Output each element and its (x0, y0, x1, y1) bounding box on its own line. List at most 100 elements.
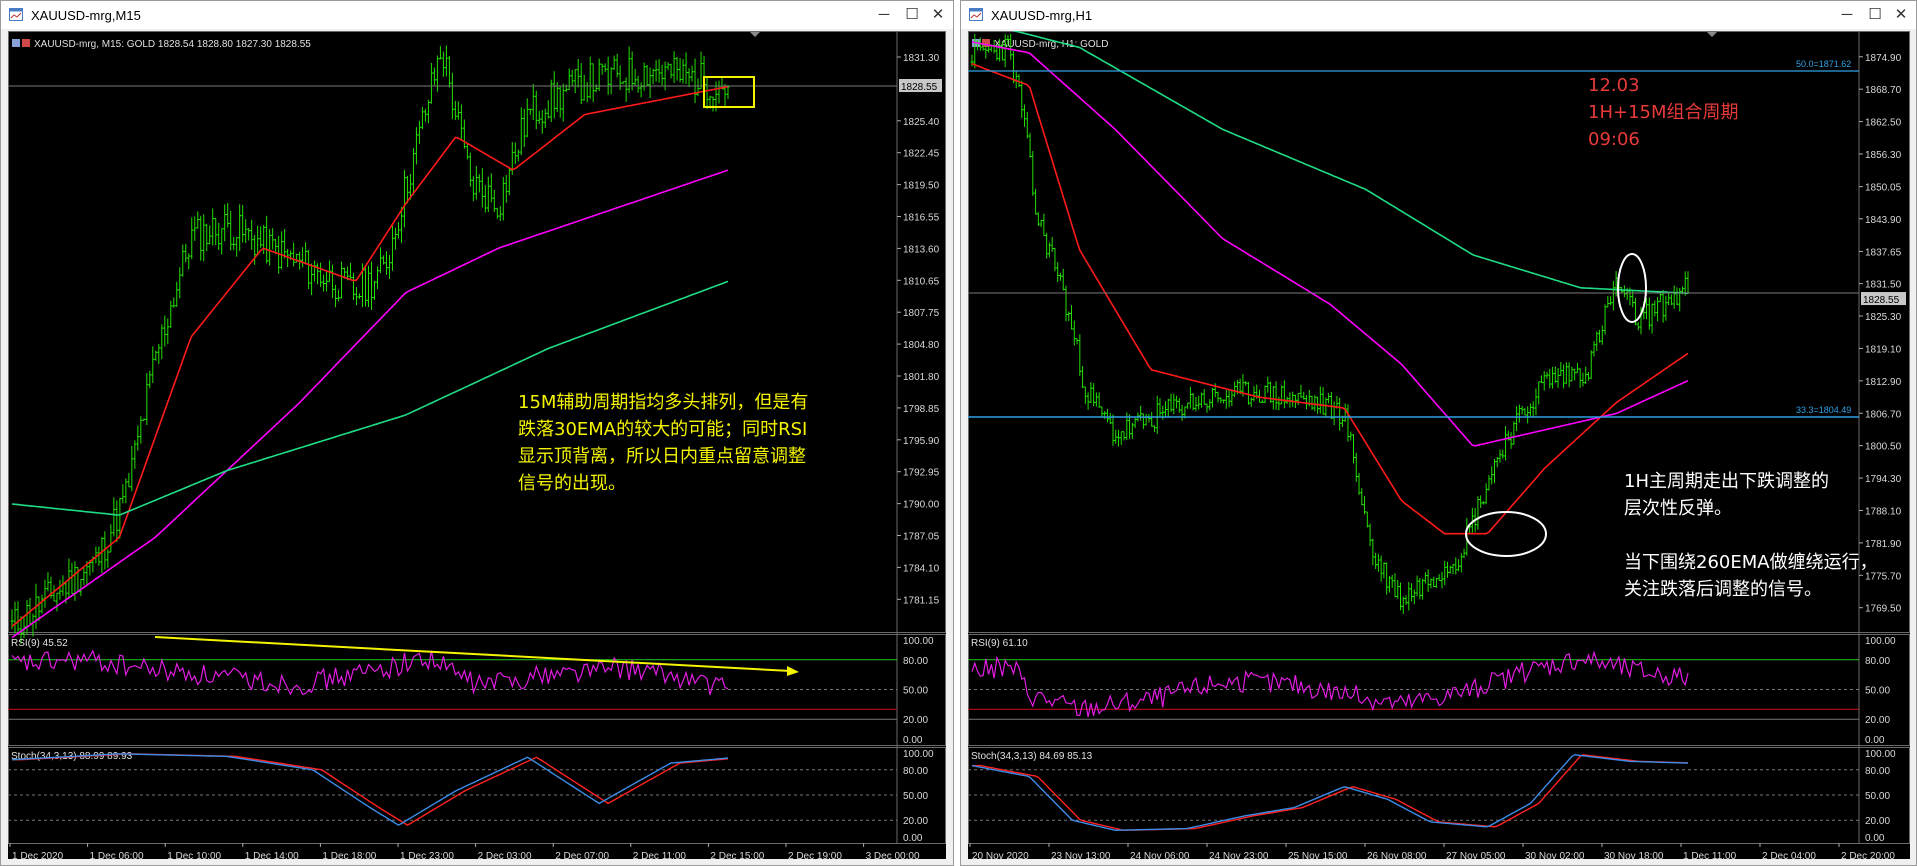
current-price-label: 1828.55 (901, 82, 938, 93)
time-axis-label: 2 Dec 03:00 (478, 851, 532, 859)
time-axis-label: 23 Nov 13:00 (1051, 851, 1111, 859)
price-axis-label: 1806.70 (1865, 409, 1902, 420)
header-note-line: 1H+15M组合周期 (1588, 102, 1739, 123)
price-axis-label: 1825.30 (1865, 312, 1902, 323)
chart-window-h1[interactable]: XAUUSD-mrg,H1 ─ ☐ ✕ 1874.90 1868.70 1862.5… (960, 0, 1917, 866)
maximize-button[interactable]: ☐ (1864, 5, 1886, 25)
time-axis-label: 30 Nov 02:00 (1525, 851, 1585, 859)
time-axis-label: 20 Nov 2020 (972, 851, 1029, 859)
price-axis-label: 1784.10 (903, 563, 940, 574)
time-axis-label: 2 Dec 11:00 (633, 851, 687, 859)
time-axis-label: 26 Nov 08:00 (1367, 851, 1427, 859)
analysis-note-line: 跌落30EMA的较大的可能；同时RSI (518, 419, 808, 440)
price-axis-label: 1810.65 (903, 276, 940, 287)
stoch-axis-label: 50.00 (903, 791, 928, 802)
price-axis-label: 1843.90 (1865, 215, 1902, 226)
rsi-axis-label: 50.00 (1865, 686, 1890, 697)
header-note-line: 09:06 (1588, 129, 1640, 150)
minimize-button[interactable]: ─ (1836, 5, 1858, 25)
rsi-axis-label: 80.00 (903, 656, 928, 667)
price-axis-label: 1781.15 (903, 595, 940, 606)
maximize-button[interactable]: ☐ (901, 5, 923, 25)
fib-level-label: 50.0=1871.62 (1796, 59, 1851, 69)
time-axis-label: 2 Dec 19:00 (788, 851, 842, 859)
ema-260-line (1011, 31, 1689, 295)
window-title: XAUUSD-mrg,M15 (31, 8, 141, 23)
time-axis-label: 1 Dec 2020 (12, 851, 64, 859)
price-axis-label: 1831.50 (1865, 280, 1902, 291)
price-axis-label: 1812.90 (1865, 377, 1902, 388)
time-axis-label: 1 Dec 06:00 (90, 851, 144, 859)
stoch-axis-label: 20.00 (903, 816, 928, 827)
analysis-note-line: 显示顶背离，所以日内重点留意调整 (518, 446, 806, 467)
time-axis-label: 1 Dec 11:00 (1683, 851, 1737, 859)
time-axis-label: 1 Dec 10:00 (167, 851, 221, 859)
chart-area[interactable]: 1874.90 1868.70 1862.50 1856.30 1850.05 1843.… (968, 31, 1910, 859)
rsi-label: RSI(9) 61.10 (971, 638, 1028, 649)
analysis-note-line: 层次性反弹。 (1624, 498, 1732, 519)
ema-30-line (11, 85, 729, 628)
price-axis-label: 1819.50 (903, 181, 940, 192)
stoch-axis-label: 100.00 (903, 749, 934, 760)
arrow-head-icon (787, 666, 799, 676)
fib-level-label: 33.3=1804.49 (1796, 405, 1851, 415)
close-button[interactable]: ✕ (927, 5, 949, 25)
price-axis-label: 1862.50 (1865, 118, 1902, 129)
analysis-note-line: 关注跌落后调整的信号。 (1624, 579, 1822, 600)
chart-shift-marker (750, 32, 760, 37)
analysis-note-line: 1H主周期走出下跌调整的 (1624, 471, 1829, 492)
highlight-ellipse (1617, 253, 1647, 323)
price-axis-label: 1792.95 (903, 468, 940, 479)
rsi-axis-label: 80.00 (1865, 656, 1890, 667)
stoch-axis-label: 80.00 (1865, 766, 1890, 777)
time-axis-label: 1 Dec 23:00 (400, 851, 454, 859)
time-axis-label: 2 Dec 04:00 (1762, 851, 1816, 859)
time-axis-label: 2 Dec 07:00 (555, 851, 609, 859)
price-axis-label: 1856.30 (1865, 150, 1902, 161)
rsi-axis-label: 50.00 (903, 686, 928, 697)
chart-canvas[interactable]: 1874.90 1868.70 1862.50 1856.30 1850.05 1843.… (968, 31, 1910, 859)
rsi-axis-label: 0.00 (1865, 735, 1885, 746)
time-axis-label: 24 Nov 06:00 (1130, 851, 1190, 859)
window-title: XAUUSD-mrg,H1 (991, 8, 1093, 23)
header-note: 12.03 1H+15M组合周期 09:06 (1588, 72, 1739, 153)
chart-window-m15[interactable]: XAUUSD-mrg,M15 ─ ☐ ✕ 1831.30 1828.55 1825.… (0, 0, 954, 866)
stoch-axis-label: 0.00 (1865, 833, 1885, 844)
price-axis-label: 1825.40 (903, 117, 940, 128)
time-axis-label: 27 Nov 05:00 (1446, 851, 1506, 859)
price-axis-label: 1800.50 (1865, 442, 1902, 453)
time-axis-label: 30 Nov 18:00 (1604, 851, 1664, 859)
rsi-line (971, 650, 1689, 718)
price-axis-label: 1822.45 (903, 149, 940, 160)
rsi-label: RSI(9) 45.52 (11, 638, 68, 649)
window-title-bar[interactable]: XAUUSD-mrg,M15 ─ ☐ ✕ (1, 1, 953, 29)
stoch-axis-label: 50.00 (1865, 791, 1890, 802)
time-axis-label: 25 Nov 15:00 (1288, 851, 1348, 859)
rsi-axis-label: 20.00 (1865, 715, 1890, 726)
stoch-signal-line (12, 753, 729, 826)
price-axis-label: 1807.75 (903, 308, 940, 319)
window-title-bar[interactable]: XAUUSD-mrg,H1 ─ ☐ ✕ (961, 1, 1916, 29)
analysis-note: 1H主周期走出下跌调整的 层次性反弹。 当下围绕260EMA做缠绕运行， 关注跌落后… (1624, 468, 1878, 603)
stoch-label: Stoch(34,3,13) 84.69 85.13 (971, 751, 1093, 762)
chart-window-icon (969, 8, 983, 21)
price-axis-label: 1837.65 (1865, 247, 1902, 258)
chart-shift-marker (1707, 32, 1717, 37)
stoch-axis-label: 80.00 (903, 766, 928, 777)
stoch-axis-label: 100.00 (1865, 749, 1896, 760)
price-axis-label: 1804.80 (903, 340, 940, 351)
chart-area[interactable]: 1831.30 1828.55 1825.40 1822.45 1819.50 1816.… (8, 31, 946, 859)
rsi-divergence-line (154, 636, 792, 672)
time-axis-label: 2 Dec 15:00 (710, 851, 764, 859)
rsi-axis-label: 20.00 (903, 715, 928, 726)
minimize-button[interactable]: ─ (873, 5, 895, 25)
price-axis-label: 1874.90 (1865, 53, 1902, 64)
chart-window-icon (9, 8, 23, 21)
price-axis-label: 1850.05 (1865, 183, 1902, 194)
close-button[interactable]: ✕ (1890, 5, 1912, 25)
time-axis-label: 3 Dec 00:00 (866, 851, 920, 859)
rsi-line (11, 649, 729, 696)
stoch-axis-label: 20.00 (1865, 816, 1890, 827)
price-axis-label: 1816.55 (903, 213, 940, 224)
price-axis-label: 1831.30 (903, 53, 940, 64)
